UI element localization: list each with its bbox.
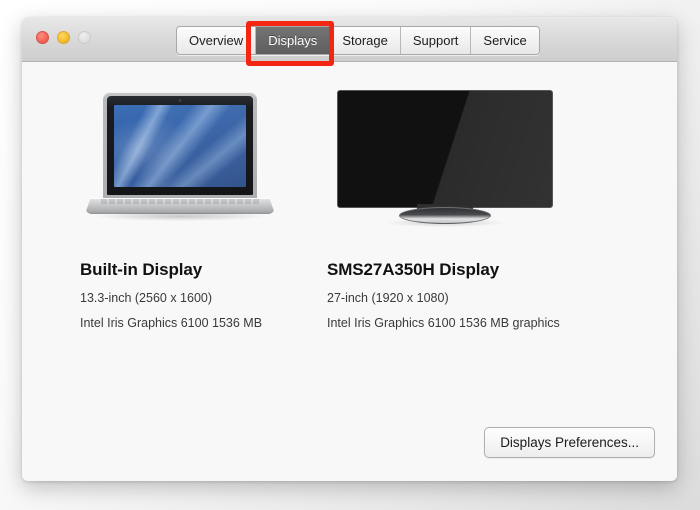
about-this-mac-window: Overview Displays Storage Support Servic… — [22, 17, 677, 481]
external-monitor-icon — [337, 90, 553, 228]
displays-preferences-label: Displays Preferences... — [500, 435, 639, 450]
window-controls — [36, 31, 91, 44]
laptop-bezel — [107, 96, 253, 195]
monitor-glare — [338, 91, 552, 207]
tab-storage[interactable]: Storage — [330, 27, 401, 54]
wallpaper-glow — [114, 105, 202, 187]
window-titlebar: Overview Displays Storage Support Servic… — [22, 17, 677, 66]
tab-displays-label: Displays — [268, 33, 318, 48]
laptop-screen-wallpaper — [114, 105, 246, 187]
tab-displays[interactable]: Displays — [256, 27, 331, 54]
external-display-graphics: Intel Iris Graphics 6100 1536 MB graphic… — [327, 316, 560, 330]
laptop-illustration — [80, 90, 330, 230]
laptop-keyboard — [101, 199, 259, 204]
laptop-camera-icon — [178, 99, 182, 102]
macbook-icon — [85, 92, 275, 227]
tab-support-label: Support — [412, 33, 459, 48]
external-display-title: SMS27A350H Display — [327, 260, 500, 279]
built-in-display-title: Built-in Display — [80, 260, 203, 279]
laptop-drop-shadow — [95, 213, 265, 221]
display-item-built-in: Built-in Display 13.3-inch (2560 x 1600)… — [80, 90, 330, 330]
displays-pane: Built-in Display 13.3-inch (2560 x 1600)… — [22, 62, 677, 480]
tab-support[interactable]: Support — [400, 27, 472, 54]
minimize-button-icon[interactable] — [57, 31, 70, 44]
tab-storage-label: Storage — [342, 33, 388, 48]
built-in-display-graphics: Intel Iris Graphics 6100 1536 MB — [80, 316, 263, 330]
desktop-background: Overview Displays Storage Support Servic… — [0, 0, 700, 510]
external-display-size: 27-inch (1920 x 1080) — [327, 291, 449, 305]
tab-service[interactable]: Service — [471, 27, 539, 54]
tab-overview[interactable]: Overview — [177, 27, 257, 54]
close-button-icon[interactable] — [36, 31, 49, 44]
laptop-lid — [103, 92, 257, 200]
built-in-display-size: 13.3-inch (2560 x 1600) — [80, 291, 213, 305]
tab-overview-label: Overview — [189, 33, 244, 48]
zoom-button-icon — [78, 31, 91, 44]
tab-service-label: Service — [483, 33, 527, 48]
monitor-panel — [337, 90, 553, 208]
display-item-external: SMS27A350H Display 27-inch (1920 x 1080)… — [327, 90, 607, 330]
monitor-illustration — [327, 90, 607, 230]
monitor-drop-shadow — [385, 220, 505, 227]
tab-bar: Overview Displays Storage Support Servic… — [176, 26, 540, 55]
displays-preferences-button[interactable]: Displays Preferences... — [484, 427, 655, 458]
